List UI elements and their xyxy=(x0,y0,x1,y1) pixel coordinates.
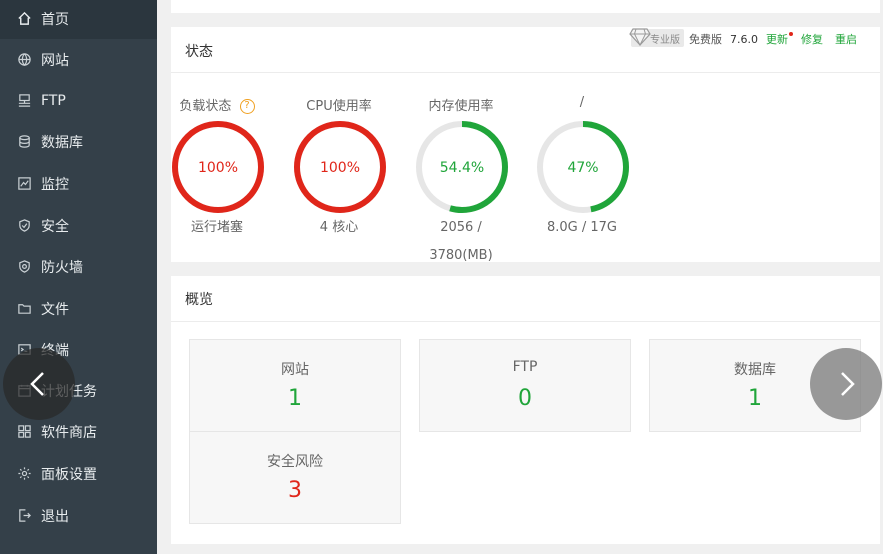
home-icon xyxy=(16,11,32,27)
gauge-sub-line1: 2056 / xyxy=(440,220,482,235)
gauge-sub-line2: 3780(MB) xyxy=(429,248,493,263)
sidebar-item-label: 监控 xyxy=(41,176,69,193)
sidebar-item-home[interactable]: 首页 xyxy=(0,0,157,39)
gauge-sub: 8.0G / 17G xyxy=(546,220,617,235)
repair-link[interactable]: 修复 xyxy=(801,30,823,48)
carousel-prev-button[interactable] xyxy=(3,348,75,420)
pro-badge[interactable]: 专业版 xyxy=(629,28,684,47)
chevron-left-icon xyxy=(30,372,44,396)
card-value: 1 xyxy=(288,386,302,411)
folder-icon xyxy=(16,301,32,317)
gauge-percent: 54.4% xyxy=(440,160,484,176)
sidebar-item-label: 数据库 xyxy=(41,134,83,151)
sidebar-item-firewall[interactable]: 防火墙 xyxy=(0,246,157,287)
sidebar-item-database[interactable]: 数据库 xyxy=(0,121,157,162)
sidebar-item-label: 面板设置 xyxy=(41,466,97,483)
sidebar-item-label: 安全 xyxy=(41,218,69,235)
update-label: 更新 xyxy=(766,33,788,46)
restart-link[interactable]: 重启 xyxy=(835,30,857,48)
shield-icon xyxy=(16,218,32,234)
gauge-ring: 100% xyxy=(294,121,386,213)
sidebar-item-label: 退出 xyxy=(41,508,69,525)
sidebar-item-security[interactable]: 安全 xyxy=(0,205,157,246)
gauge-ring: 100% xyxy=(172,121,264,213)
sidebar-item-label: 文件 xyxy=(41,301,69,318)
top-panel xyxy=(171,0,880,13)
diamond-icon xyxy=(629,28,651,46)
firewall-icon xyxy=(16,259,32,275)
version-label: 7.6.0 xyxy=(730,32,758,46)
sidebar-item-ftp[interactable]: FTP xyxy=(0,80,157,121)
overview-panel: 概览 网站 1 FTP 0 数据库 1 安全风险 3 xyxy=(171,276,880,544)
overview-title: 概览 xyxy=(185,292,213,308)
overview-card-ftp[interactable]: FTP 0 xyxy=(419,339,631,432)
logout-icon xyxy=(16,508,32,524)
sidebar-item-monitor[interactable]: 监控 xyxy=(0,163,157,204)
sidebar-item-label: 网站 xyxy=(41,52,69,69)
card-label: 安全风险 xyxy=(267,454,323,470)
gauge-percent: 47% xyxy=(567,160,598,176)
card-label: 网站 xyxy=(281,362,309,378)
divider xyxy=(171,72,880,73)
gauge-sub: 运行堵塞 xyxy=(190,220,243,235)
sidebar: 首页 网站 FTP 数据库 监控 安全 防火墙 文件 终端 软件商店 面板设置 … xyxy=(0,0,157,554)
sidebar-item-settings[interactable]: 面板设置 xyxy=(0,453,157,494)
sidebar-item-label: 首页 xyxy=(41,11,69,28)
sidebar-item-website[interactable]: 网站 xyxy=(0,39,157,80)
chevron-right-icon xyxy=(841,372,855,396)
gauge-label: 内存使用率 xyxy=(428,99,494,114)
status-panel: 状态 专业版 免费版 7.6.0 更新 修复 重启 负载状态 ? 100% 运行… xyxy=(171,27,880,263)
gear-icon xyxy=(16,466,32,482)
sidebar-item-logout[interactable]: 退出 xyxy=(0,495,157,536)
gauge-label: CPU使用率 xyxy=(306,99,372,114)
gauge-sub: 4 核心 xyxy=(319,220,359,235)
sidebar-item-files[interactable]: 文件 xyxy=(0,288,157,329)
status-title: 状态 xyxy=(185,44,213,60)
monitor-icon xyxy=(16,176,32,192)
carousel-next-button[interactable] xyxy=(810,348,882,420)
gauge-label: 负载状态 ? xyxy=(157,95,277,114)
globe-icon xyxy=(16,52,32,68)
gauge-ring: 54.4% xyxy=(416,121,508,213)
sidebar-item-store[interactable]: 软件商店 xyxy=(0,411,157,452)
gauge-ring: 47% xyxy=(537,121,629,213)
update-link[interactable]: 更新 xyxy=(766,30,793,48)
database-icon xyxy=(16,134,32,150)
sidebar-item-label: 软件商店 xyxy=(41,424,97,441)
divider xyxy=(171,321,880,322)
gauge-percent: 100% xyxy=(198,160,238,176)
card-value: 0 xyxy=(518,386,532,411)
card-value: 3 xyxy=(288,478,302,503)
pro-label: 专业版 xyxy=(650,34,680,46)
grid-icon xyxy=(16,424,32,440)
card-label: FTP xyxy=(512,359,538,375)
overview-card-website[interactable]: 网站 1 xyxy=(189,339,401,432)
help-icon[interactable]: ? xyxy=(239,99,255,114)
sidebar-item-label: FTP xyxy=(41,92,66,109)
update-dot xyxy=(789,32,793,36)
gauge-label-text: 负载状态 xyxy=(179,99,232,114)
sidebar-item-label: 防火墙 xyxy=(41,259,83,276)
overview-card-security-risk[interactable]: 安全风险 3 xyxy=(189,431,401,524)
gauge-percent: 100% xyxy=(320,160,360,176)
gauge-label: / xyxy=(579,95,585,110)
edition-label: 免费版 xyxy=(689,33,722,46)
ftp-icon xyxy=(16,93,32,109)
